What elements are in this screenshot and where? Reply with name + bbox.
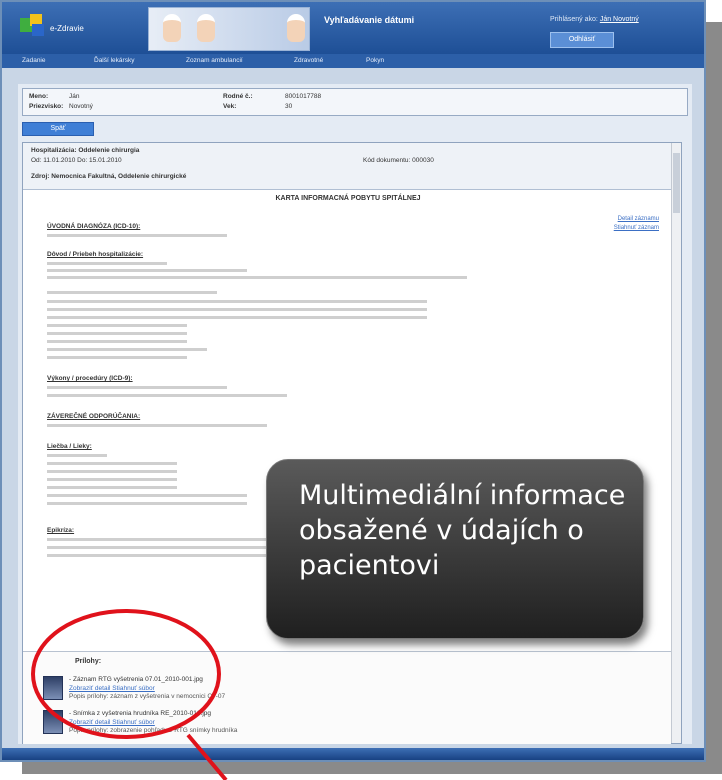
- attachment-links[interactable]: Zobraziť detail Stiahnuť súbor: [69, 685, 155, 692]
- browser-window: e-Zdravie Vyhľadávanie dátumi Prihlásený…: [0, 0, 706, 762]
- callout-box: Multimediální informace obsažené v údají…: [266, 459, 644, 639]
- document-source: Zdroj: Nemocnica Fakultná, Oddelenie chi…: [31, 173, 187, 180]
- text-line: [47, 386, 227, 389]
- text-line: [47, 308, 427, 311]
- attachment-title: - Snímka z vyšetrenia hrudníka RE_2010-0…: [69, 710, 211, 717]
- attachment-item[interactable]: - Snímka z vyšetrenia hrudníka RE_2010-0…: [43, 710, 643, 738]
- nav-item[interactable]: Zoznam ambulancií: [186, 57, 243, 64]
- patient-id-label: Rodné č.:: [223, 93, 253, 100]
- text-line: [47, 538, 267, 541]
- patient-age-label: Vek:: [223, 103, 237, 110]
- logout-button[interactable]: Odhlásiť: [550, 32, 614, 48]
- nav-item[interactable]: Ďalší lekársky: [94, 57, 134, 64]
- patient-surname-label: Priezvisko:: [29, 103, 64, 110]
- document-header: Hospitalizácia: Oddelenie chirurgia Od: …: [23, 143, 681, 190]
- document-title: KARTA INFORMACNÁ POBYTU SPITÁLNEJ: [275, 195, 421, 202]
- attachment-description: Popis prílohy: záznam z vyšetrenia v nem…: [69, 693, 226, 700]
- download-link[interactable]: Stiahnuť záznam: [614, 224, 659, 233]
- attachments-panel: Prílohy: - Záznam RTG vyšetrenia 07.01_2…: [23, 651, 671, 744]
- text-line: [47, 424, 267, 427]
- text-line: [47, 454, 107, 457]
- section-heading: Dôvod / Priebeh hospitalizácie:: [47, 251, 144, 258]
- attachment-links[interactable]: Zobraziť detail Stiahnuť súbor: [69, 719, 155, 726]
- patient-info-bar: Meno: Ján Priezvisko: Novotný Rodné č.: …: [22, 88, 688, 116]
- document-side-links: Detail záznamu Stiahnuť záznam: [614, 215, 659, 233]
- text-line: [47, 486, 177, 489]
- app-logo-icon[interactable]: [20, 14, 46, 38]
- patient-surname: Novotný: [69, 103, 93, 110]
- text-line: [47, 554, 267, 557]
- text-line: [47, 394, 287, 397]
- section-heading: Liečba / Lieky:: [47, 443, 92, 450]
- attachments-label: Prílohy:: [75, 658, 102, 665]
- document-scrollbar[interactable]: [671, 143, 681, 743]
- patient-id: 8001017788: [285, 93, 322, 100]
- doctor-image-icon: [197, 14, 215, 42]
- main-content: Meno: Ján Priezvisko: Novotný Rodné č.: …: [18, 84, 692, 744]
- detail-link[interactable]: Detail záznamu: [614, 215, 659, 224]
- app-header: e-Zdravie Vyhľadávanie dátumi Prihlásený…: [2, 2, 704, 54]
- section-heading: ZÁVEREČNÉ ODPORÚČANIA:: [47, 413, 141, 420]
- image-thumbnail-icon[interactable]: [43, 676, 63, 700]
- section-heading: Výkony / procedúry (ICD-9):: [47, 375, 133, 382]
- text-line: [47, 502, 247, 505]
- login-label: Prihlásený ako:: [550, 16, 598, 23]
- app-footer: [2, 748, 704, 760]
- doctor-image-icon: [287, 14, 305, 42]
- text-line: [47, 478, 177, 481]
- text-line: [47, 546, 267, 549]
- app-title: Vyhľadávanie dátumi: [324, 15, 415, 25]
- section-heading: ÚVODNÁ DIAGNÓZA (ICD-10):: [47, 223, 141, 230]
- text-line: [47, 470, 177, 473]
- patient-name: Ján: [69, 93, 80, 100]
- attachment-item[interactable]: - Záznam RTG vyšetrenia 07.01_2010-001.j…: [43, 676, 643, 704]
- nav-item[interactable]: Zadanie: [22, 57, 46, 64]
- image-thumbnail-icon[interactable]: [43, 710, 63, 734]
- attachment-description: Popis prílohy: zobrazenie pohľadu z RTG …: [69, 727, 238, 734]
- text-line: [47, 262, 167, 265]
- text-line: [47, 356, 187, 359]
- attachment-title: - Záznam RTG vyšetrenia 07.01_2010-001.j…: [69, 676, 203, 683]
- main-nav: Zadanie Ďalší lekársky Zoznam ambulancií…: [2, 54, 704, 68]
- scrollbar-thumb[interactable]: [673, 153, 680, 213]
- patient-name-label: Meno:: [29, 93, 49, 100]
- brand-name: e-Zdravie: [50, 24, 84, 33]
- text-line: [47, 291, 217, 294]
- patient-age: 30: [285, 103, 293, 110]
- text-line: [47, 462, 177, 465]
- text-line: [47, 332, 187, 335]
- header-banner-image: [148, 7, 310, 51]
- login-user-link[interactable]: Ján Novotný: [600, 16, 639, 23]
- back-button[interactable]: Späť: [22, 122, 94, 136]
- callout-text: Multimediální informace obsažené v údají…: [299, 480, 626, 581]
- section-heading: Epikríza:: [47, 527, 75, 534]
- doctor-image-icon: [163, 14, 181, 42]
- text-line: [47, 348, 207, 351]
- text-line: [47, 316, 427, 319]
- text-line: [47, 494, 247, 497]
- document-hospitalization: Hospitalizácia: Oddelenie chirurgia: [31, 147, 140, 154]
- text-line: [47, 324, 187, 327]
- text-line: [47, 300, 427, 303]
- document-code: Kód dokumentu: 000030: [363, 157, 434, 164]
- medical-document: Hospitalizácia: Oddelenie chirurgia Od: …: [22, 142, 682, 744]
- nav-item[interactable]: Pokyn: [366, 57, 384, 64]
- login-info: Prihlásený ako: Ján Novotný: [550, 16, 639, 23]
- text-line: [47, 234, 227, 237]
- text-line: [47, 340, 187, 343]
- text-line: [47, 276, 467, 279]
- document-dates: Od: 11.01.2010 Do: 15.01.2010: [31, 157, 122, 164]
- text-line: [47, 269, 247, 272]
- nav-item[interactable]: Zdravotné: [294, 57, 323, 64]
